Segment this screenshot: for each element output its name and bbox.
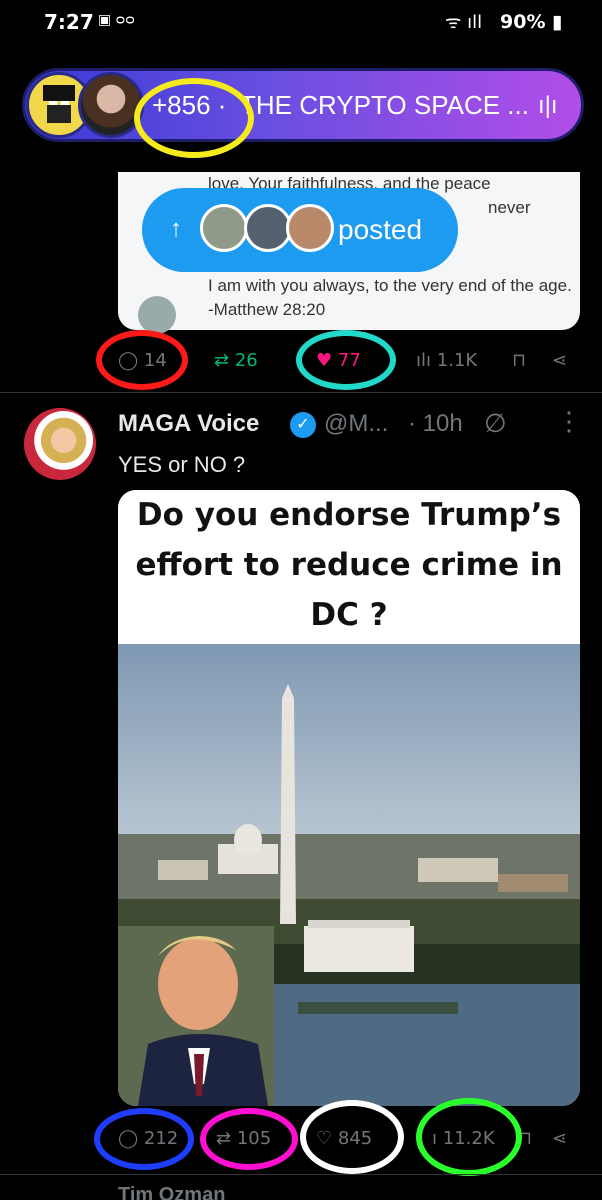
clock: 7:27 [44,10,94,34]
media-headline: Do you endorse Trump’s effort to reduce … [118,490,580,642]
arrow-up-icon: ↑ [170,215,182,242]
share-icon[interactable]: ⋖ [552,350,567,371]
quote-text-line: never [488,198,531,217]
signal-icon: ᯤ ıll [445,12,483,33]
highlight-circle [94,1108,194,1170]
quote-text-line: I am with you always, to the very end of… [208,276,572,319]
highlight-circle [96,330,188,390]
highlight-circle [134,78,254,158]
headline-line: DC ? [310,597,388,633]
post-media-image[interactable]: Do you endorse Trump’s effort to reduce … [118,490,580,1106]
bookmark-icon[interactable]: ⊓ [512,350,526,371]
share-icon[interactable]: ⋖ [552,1128,567,1149]
highlight-circle [200,1108,298,1170]
divider [0,392,602,393]
view-count: 1.1K [436,350,478,371]
highlight-circle [416,1098,522,1176]
notification-icons: ▣ ᴑᴑ [98,12,135,28]
next-post-author[interactable]: Tim Ozman [118,1184,225,1200]
space-title: THE CRYPTO SPACE ... [240,90,529,120]
divider [0,1174,602,1175]
post-text: YES or NO ? [118,452,246,477]
battery-indicator: 90% ▮ [500,11,563,33]
posted-label: posted [338,214,423,245]
status-bar: 7:27 ▣ ᴑᴑ ᯤ ıll 90% ▮ [0,0,602,44]
highlight-circle [296,330,396,390]
poster-avatar [200,204,248,252]
author-handle[interactable]: @M... [324,410,388,438]
author-avatar[interactable] [24,408,96,480]
repost-icon: ⇄ [214,350,230,371]
post-time[interactable]: · 10h [408,410,463,438]
repost-button[interactable]: ⇄ 26 [214,350,258,371]
poster-avatar [286,204,334,252]
verified-badge-icon: ✓ [290,412,316,438]
views-button[interactable]: ılı 1.1K [416,350,477,371]
views-icon: ılı [416,350,432,371]
more-options-icon[interactable]: ⋮ [556,406,582,437]
dc-photo [118,644,580,1106]
highlight-circle [300,1100,404,1174]
poster-avatar [244,204,292,252]
headline-line: effort to reduce crime in [135,547,563,583]
author-name[interactable]: MAGA Voice [118,410,259,438]
repost-count: 26 [234,350,258,371]
headline-line: Do you endorse Trump’s [136,497,562,533]
equalizer-icon: ı|ı [538,92,558,119]
quote-author-avatar [138,296,176,334]
grok-icon[interactable]: ∅ [484,408,507,439]
space-speaker-avatar [78,72,144,138]
